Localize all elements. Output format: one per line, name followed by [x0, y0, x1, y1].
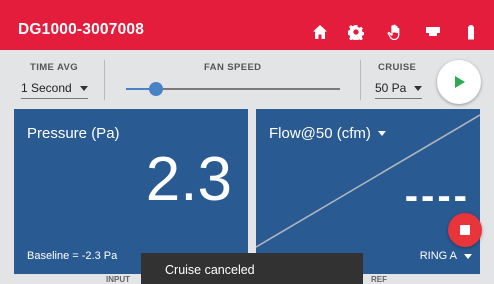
snackbar: Cruise canceled: [141, 253, 363, 284]
ref-tab-label[interactable]: REF: [371, 275, 387, 284]
hand-icon[interactable]: [385, 23, 403, 41]
cruise-label: CRUISE: [378, 62, 417, 73]
start-cruise-button[interactable]: [437, 60, 481, 104]
chevron-down-icon: [79, 85, 88, 91]
pressure-title: Pressure (Pa): [27, 125, 120, 142]
control-bar: TIME AVG 1 Second FAN SPEED CRUISE 50 Pa: [0, 54, 494, 104]
home-icon[interactable]: [311, 23, 329, 41]
divider: [104, 60, 105, 100]
flow-value: ----: [404, 174, 470, 218]
fan-speed-thumb[interactable]: [148, 82, 163, 96]
pressure-value: 2.3: [145, 145, 232, 214]
chevron-down-icon: [414, 85, 423, 91]
gear-icon[interactable]: [347, 23, 365, 41]
ring-select[interactable]: RING A: [420, 250, 472, 262]
router-icon[interactable]: [424, 23, 442, 41]
device-title: DG1000-3007008: [18, 21, 145, 38]
divider: [360, 60, 361, 100]
chevron-down-icon: [464, 253, 472, 259]
time-avg-label: TIME AVG: [30, 62, 79, 73]
stop-icon: [460, 225, 470, 235]
app-bar: DG1000-3007008: [0, 0, 494, 50]
time-avg-value: 1 Second: [21, 81, 72, 95]
snackbar-message: Cruise canceled: [165, 263, 255, 277]
cruise-value: 50 Pa: [375, 81, 407, 95]
time-avg-select[interactable]: 1 Second: [21, 81, 88, 99]
ring-label: RING A: [419, 250, 457, 262]
cruise-select[interactable]: 50 Pa: [375, 81, 423, 99]
flow-select[interactable]: Flow@50 (cfm): [269, 125, 386, 142]
stop-button[interactable]: [448, 213, 482, 247]
input-tab-label[interactable]: INPUT: [106, 275, 130, 284]
play-icon: [455, 76, 465, 88]
flow-panel[interactable]: Flow@50 (cfm) ---- RING A: [256, 109, 480, 274]
battery-icon: [462, 23, 480, 41]
flow-title: Flow@50 (cfm): [269, 125, 371, 142]
fan-speed-slider[interactable]: [126, 82, 340, 96]
chevron-down-icon: [377, 131, 386, 136]
baseline-readout: Baseline = -2.3 Pa: [27, 250, 118, 262]
pressure-panel[interactable]: Pressure (Pa) 2.3 Baseline = -2.3 Pa: [14, 109, 248, 274]
fan-speed-label: FAN SPEED: [204, 62, 262, 73]
